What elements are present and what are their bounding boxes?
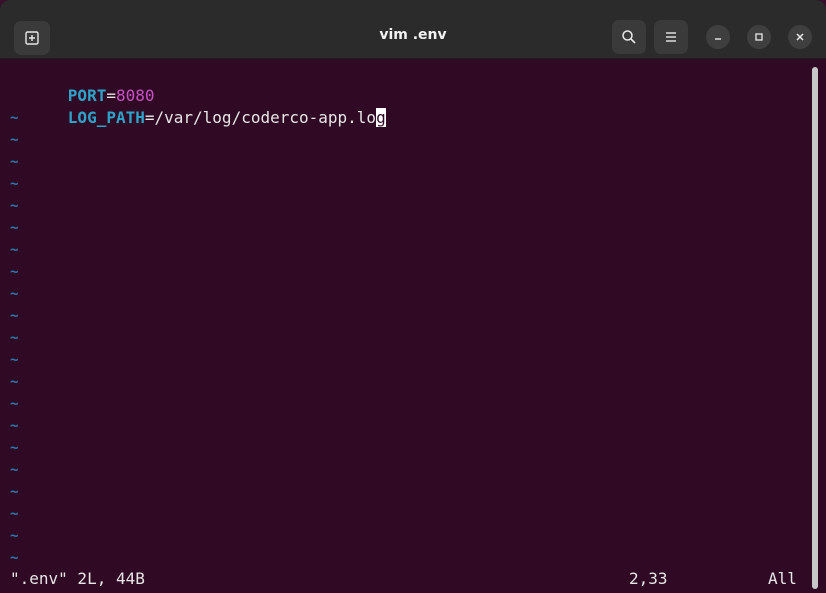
empty-line-tilde: ~ — [10, 440, 19, 456]
search-button[interactable] — [612, 20, 646, 54]
maximize-button[interactable] — [747, 25, 771, 49]
empty-line-tilde: ~ — [10, 176, 19, 192]
empty-line-tilde: ~ — [10, 484, 19, 500]
empty-line-tilde: ~ — [10, 198, 19, 214]
minimize-icon — [715, 38, 721, 40]
empty-line-tilde: ~ — [10, 528, 19, 544]
cursor-position: 2,33 — [629, 569, 668, 588]
empty-line-tilde: ~ — [10, 330, 19, 346]
empty-line-tilde: ~ — [10, 286, 19, 302]
empty-line-tilde: ~ — [10, 506, 19, 522]
env-line-log-path[interactable]: LOG_PATH=/var/log/coderco-app.log — [10, 85, 386, 127]
title-bar[interactable]: vim .env — [0, 0, 826, 59]
scrollbar[interactable] — [812, 67, 818, 589]
empty-line-tilde: ~ — [10, 242, 19, 258]
empty-line-tilde: ~ — [10, 132, 19, 148]
search-icon — [622, 30, 636, 44]
env-key: LOG_PATH — [67, 108, 145, 127]
empty-line-tilde: ~ — [10, 418, 19, 434]
menu-button[interactable] — [654, 20, 688, 54]
empty-line-tilde: ~ — [10, 220, 19, 236]
empty-line-tilde: ~ — [10, 264, 19, 280]
window-title: vim .env — [379, 27, 447, 43]
empty-line-tilde: ~ — [10, 550, 19, 566]
empty-line-tilde: ~ — [10, 154, 19, 170]
empty-line-tilde: ~ — [10, 352, 19, 368]
empty-line-tilde: ~ — [10, 374, 19, 390]
close-button[interactable] — [788, 25, 812, 49]
scroll-position: All — [768, 569, 797, 588]
hamburger-menu-icon — [666, 32, 676, 42]
text-cursor: g — [376, 108, 386, 127]
empty-line-tilde: ~ — [10, 308, 19, 324]
env-line-port[interactable]: PORT=8080 — [10, 63, 155, 105]
env-separator: = — [144, 108, 155, 127]
env-value: /var/log/coderco-app.lo — [154, 108, 377, 127]
minimize-button[interactable] — [706, 25, 730, 49]
empty-line-tilde: ~ — [10, 462, 19, 478]
vim-editor[interactable]: PORT=8080 LOG_PATH=/var/log/coderco-app.… — [0, 59, 826, 593]
empty-line-tilde: ~ — [10, 110, 19, 126]
close-icon — [796, 33, 804, 41]
maximize-icon — [755, 33, 763, 41]
empty-line-tilde: ~ — [10, 396, 19, 412]
status-message: ".env" 2L, 44B — [10, 569, 145, 588]
terminal-window: vim .env PORT=8080 LOG_PATH=/var/log/cod… — [0, 0, 826, 593]
